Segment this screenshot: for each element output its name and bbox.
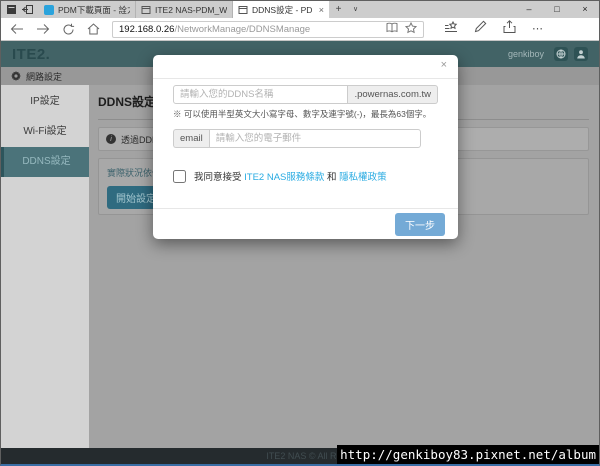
power-globe-icon[interactable]	[554, 47, 568, 61]
browser-titlebar: PDM下載頁面 - 詮力科技ITE ITE2 NAS-PDM_Windows 1…	[1, 1, 599, 18]
share-icon[interactable]	[503, 20, 516, 38]
tab-favicon-window-icon	[141, 5, 151, 15]
tabs-set-aside-list-icon[interactable]	[6, 4, 17, 15]
sidebar-item-ddns[interactable]: DDNS設定	[1, 147, 89, 177]
breadcrumb-label: 網路設定	[26, 71, 63, 82]
navbar-tools: ⋯	[444, 20, 543, 38]
browser-navbar: 192.168.0.26 /NetworkManage/DDNSManage ⋯	[1, 18, 599, 41]
ite2-logo: ITE2.	[12, 45, 51, 63]
email-group: email	[173, 129, 421, 148]
favorite-star-icon[interactable]	[404, 21, 418, 37]
set-tabs-aside-icon[interactable]	[22, 4, 34, 15]
tab-favicon-window-icon	[238, 5, 248, 15]
email-label: email	[173, 129, 209, 148]
back-icon[interactable]	[10, 23, 24, 35]
modal-header: ×	[153, 55, 458, 79]
tab-label: ITE2 NAS-PDM_Windows 10	[155, 4, 227, 15]
settings-sidebar: IP設定 Wi-Fi設定 DDNS設定	[1, 85, 89, 448]
hub-favorites-icon[interactable]	[444, 20, 458, 38]
terms-link[interactable]: ITE2 NAS服務條款	[244, 172, 324, 183]
edge-tab-actions	[1, 1, 39, 18]
url-path: /NetworkManage/DDNSManage	[174, 23, 311, 35]
reading-view-icon[interactable]	[386, 22, 398, 37]
agreement-text: 我同意接受 ITE2 NAS服務條款 和 隱私權政策	[194, 169, 387, 183]
agreement-middle: 和	[324, 172, 340, 183]
username-label: genkiboy	[507, 49, 544, 59]
address-bar[interactable]: 192.168.0.26 /NetworkManage/DDNSManage	[112, 20, 424, 38]
ddns-setup-modal: × .powernas.com.tw ※ 可以使用半型英文大小寫字母、數字及連字…	[153, 55, 458, 239]
next-step-button[interactable]: 下一步	[395, 212, 445, 236]
tab-ite2-nas-pdm[interactable]: ITE2 NAS-PDM_Windows 10	[136, 1, 233, 18]
modal-footer: 下一步	[153, 208, 458, 239]
tab-dropdown-icon[interactable]: ∨	[347, 1, 364, 18]
tab-label: PDM下載頁面 - 詮力科技ITE	[58, 4, 130, 15]
tab-label: DDNS設定 - PDM	[252, 4, 313, 15]
new-tab-button[interactable]: +	[330, 1, 347, 18]
url-host: 192.168.0.26	[119, 23, 175, 35]
window-controls: – □ ×	[515, 1, 599, 18]
tab-close-icon[interactable]: ×	[317, 5, 324, 15]
web-note-pen-icon[interactable]	[474, 20, 487, 38]
info-icon: i	[106, 134, 116, 144]
agreement-row: 我同意接受 ITE2 NAS服務條款 和 隱私權政策	[173, 169, 438, 183]
ddns-name-group: .powernas.com.tw	[173, 85, 438, 104]
ddns-name-input[interactable]	[173, 85, 349, 104]
user-account-icon[interactable]	[574, 47, 588, 61]
refresh-icon[interactable]	[62, 23, 75, 36]
tab-ddns-settings-active[interactable]: DDNS設定 - PDM ×	[233, 1, 330, 18]
forward-icon[interactable]	[36, 23, 50, 35]
ddns-rule-note: ※ 可以使用半型英文大小寫字母、數字及連字號(-)，最長為63個字。	[173, 109, 432, 119]
gear-icon	[11, 71, 21, 81]
browser-window: PDM下載頁面 - 詮力科技ITE ITE2 NAS-PDM_Windows 1…	[0, 0, 600, 466]
sidebar-item-ip[interactable]: IP設定	[1, 87, 89, 117]
modal-body: .powernas.com.tw ※ 可以使用半型英文大小寫字母、數字及連字號(…	[153, 79, 458, 183]
agree-checkbox[interactable]	[173, 169, 186, 183]
privacy-link[interactable]: 隱私權政策	[339, 172, 387, 183]
sidebar-item-wifi[interactable]: Wi-Fi設定	[1, 117, 89, 147]
close-button[interactable]: ×	[571, 1, 599, 18]
agreement-prefix: 我同意接受	[194, 172, 245, 183]
home-icon[interactable]	[87, 23, 100, 35]
email-input[interactable]	[208, 129, 421, 148]
minimize-button[interactable]: –	[515, 1, 543, 18]
more-menu-icon[interactable]: ⋯	[532, 23, 543, 35]
modal-close-icon[interactable]: ×	[441, 60, 447, 71]
ddns-domain-suffix: .powernas.com.tw	[348, 85, 438, 104]
watermark-url: http://genkiboy83.pixnet.net/album	[337, 445, 599, 464]
tab-pdm-download-page[interactable]: PDM下載頁面 - 詮力科技ITE	[39, 1, 136, 18]
tab-favicon-pdm-icon	[44, 4, 54, 15]
maximize-button[interactable]: □	[543, 1, 571, 18]
